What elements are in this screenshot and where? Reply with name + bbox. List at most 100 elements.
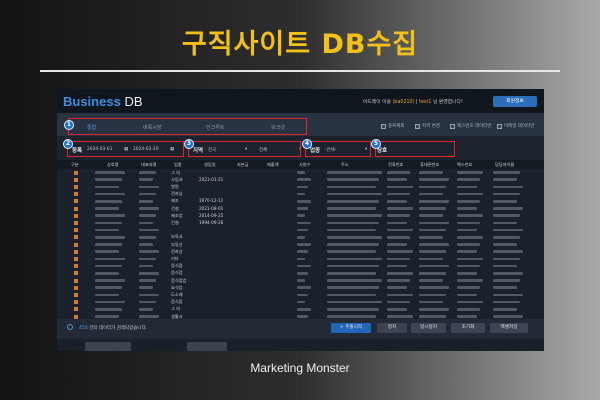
table-row[interactable]: 제조업 2014-09-25 — [57, 212, 544, 219]
blurred-cell — [297, 264, 311, 268]
blurred-cell — [493, 279, 520, 282]
table-row[interactable]: 음식점 — [57, 270, 544, 277]
table-row[interactable]: 제조 1970-12-11 — [57, 198, 544, 205]
blurred-cell — [457, 250, 477, 253]
email-only-checkbox[interactable]: 이메일 데이터만 — [497, 123, 534, 129]
column-header[interactable]: 담당자이름 — [495, 162, 514, 168]
table-row[interactable]: 음식점 — [57, 263, 544, 270]
member-info-button[interactable]: 회원정보 — [493, 96, 537, 107]
blurred-cell — [493, 221, 517, 225]
blurred-cell — [493, 214, 520, 217]
blurred-cell — [95, 235, 125, 239]
blurred-cell — [327, 264, 379, 268]
blurred-cell — [493, 300, 520, 304]
blurred-cell — [139, 293, 159, 297]
blurred-cell — [95, 192, 125, 196]
blurred-cell — [297, 250, 308, 253]
column-header[interactable]: 대표자명 — [141, 162, 156, 168]
column-header[interactable]: 업종 — [174, 162, 182, 168]
table-row[interactable]: 사업서 2021-01-21 — [57, 176, 544, 183]
blurred-cell — [419, 214, 443, 217]
table-row[interactable]: 보육서 — [57, 234, 544, 241]
blurred-cell — [493, 250, 523, 253]
headline: 구직사이트 DB수집 — [181, 29, 419, 60]
founded-date-cell: 2014-09-25 — [199, 212, 224, 218]
excel-save-button[interactable]: 엑셀저장 — [490, 323, 528, 333]
blurred-cell — [457, 235, 483, 239]
blurred-cell — [95, 199, 122, 203]
blurred-cell — [297, 178, 311, 181]
table-row[interactable]: 음식점업 — [57, 277, 544, 284]
column-header[interactable]: 주소 — [341, 162, 349, 168]
blurred-cell — [387, 228, 413, 232]
table-row[interactable] — [57, 227, 544, 234]
callout-badge-2: 2 — [63, 139, 73, 149]
industry-cell: 전자상 — [171, 248, 183, 254]
column-header[interactable]: 상호명 — [107, 162, 119, 168]
blurred-cell — [139, 214, 156, 217]
blurred-cell — [419, 192, 443, 196]
blurred-cell — [457, 243, 480, 246]
table-row[interactable]: 건설 1994-09-26 — [57, 219, 544, 226]
blurred-cell — [139, 250, 159, 253]
table-row[interactable]: 건설 2021-08-01 — [57, 205, 544, 212]
exclude-duplicates-checkbox[interactable]: 중복제외 — [381, 123, 405, 129]
blurred-cell — [95, 300, 125, 304]
blurred-cell — [419, 178, 449, 181]
column-header[interactable]: 매출액 — [267, 162, 279, 168]
table-row[interactable]: 그 외 — [57, 306, 544, 313]
blurred-cell — [139, 228, 159, 232]
blurred-cell — [457, 192, 483, 196]
industry-cell: 전자상 — [171, 191, 183, 197]
table-row[interactable]: 전자상 — [57, 248, 544, 255]
column-header[interactable]: 사원수 — [299, 162, 311, 168]
blurred-cell — [139, 264, 153, 268]
start-extract-button[interactable]: + 추출시작 — [331, 323, 371, 333]
column-header[interactable]: 전화번호 — [388, 162, 403, 168]
row-type-icon — [74, 213, 78, 218]
pause-button[interactable]: 일시정지 — [411, 323, 446, 333]
blurred-cell — [327, 279, 382, 282]
industry-cell: 제조업 — [171, 212, 183, 218]
blurred-cell — [419, 221, 449, 225]
blurred-cell — [327, 185, 376, 189]
column-header[interactable]: 구분 — [71, 162, 79, 168]
blurred-cell — [419, 171, 443, 174]
blurred-cell — [95, 243, 122, 246]
table-row[interactable]: 도소매 — [57, 291, 544, 298]
blurred-cell — [387, 178, 407, 181]
blurred-cell — [297, 307, 311, 311]
table-row[interactable]: 그 외 — [57, 169, 544, 176]
stop-button[interactable]: 정지 — [377, 323, 407, 333]
blurred-cell — [327, 199, 379, 203]
blurred-cell — [139, 315, 159, 318]
blurred-cell — [387, 271, 413, 275]
blurred-cell — [95, 171, 125, 174]
region-change-checkbox[interactable]: 지역 변경 — [415, 123, 440, 129]
blurred-cell — [493, 171, 520, 174]
reset-button[interactable]: 초기화 — [451, 323, 485, 333]
column-header[interactable]: 팩스번호 — [457, 162, 472, 168]
blurred-cell — [297, 235, 305, 239]
table-row[interactable]: 음식점 — [57, 299, 544, 306]
table-row[interactable]: 부동산 — [57, 241, 544, 248]
blurred-cell — [139, 300, 156, 304]
row-type-icon — [74, 242, 78, 247]
blurred-cell — [457, 228, 477, 232]
fax-only-checkbox[interactable]: 팩스번호 데이터만 — [450, 123, 492, 129]
table-row[interactable]: 요식업 — [57, 284, 544, 291]
blurred-cell — [457, 264, 480, 268]
industry-cell: 기타 — [171, 255, 179, 261]
industry-cell: 요식업 — [171, 284, 183, 290]
blurred-cell — [327, 171, 382, 174]
blurred-cell — [493, 235, 520, 239]
table-row[interactable]: 병원 — [57, 183, 544, 190]
table-row[interactable]: 전자상 — [57, 191, 544, 198]
column-header[interactable]: 설립일 — [204, 162, 216, 168]
table-row[interactable]: 기타 — [57, 255, 544, 262]
blurred-cell — [457, 199, 480, 203]
blurred-cell — [297, 300, 305, 304]
column-header[interactable]: 휴대폰번호 — [420, 162, 439, 168]
blurred-cell — [493, 228, 523, 232]
column-header[interactable]: 자본금 — [237, 162, 249, 168]
